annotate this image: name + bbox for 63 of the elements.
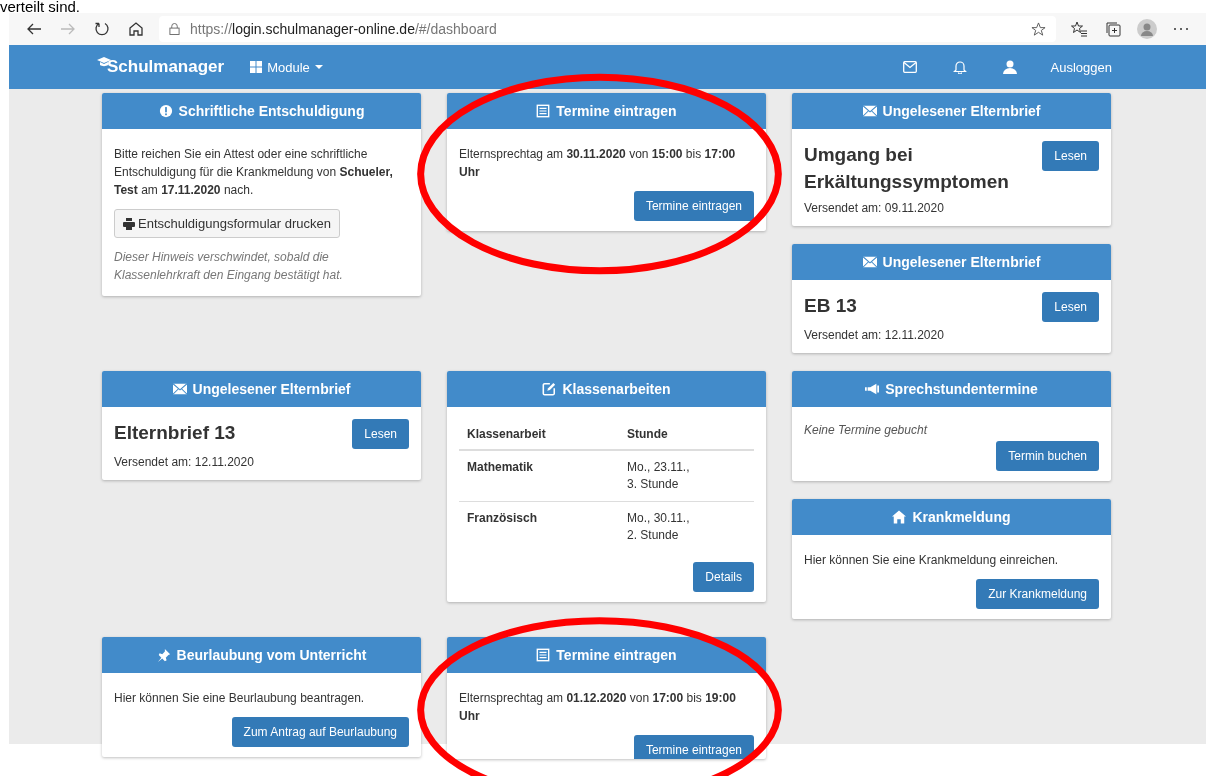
card-title: Krankmeldung [912, 509, 1011, 525]
sent-date: Versendet am: 09.11.2020 [804, 201, 944, 215]
star-icon[interactable] [1031, 21, 1046, 37]
list-icon [536, 648, 551, 662]
module-menu[interactable]: Module [250, 59, 323, 75]
exclamation-icon [158, 104, 173, 118]
letter-title: EB 13 [804, 294, 857, 318]
pin-icon [156, 648, 171, 662]
brand-logo[interactable]: Schulmanager [97, 57, 225, 77]
card-title: Termine eintragen [556, 647, 677, 663]
card-title: Sprechstundentermine [885, 381, 1038, 397]
card-title: Termine eintragen [556, 103, 677, 119]
card-title: Klassenarbeiten [562, 381, 671, 397]
logout-link[interactable]: Ausloggen [1050, 59, 1112, 75]
read-button[interactable]: Lesen [1042, 141, 1099, 171]
excuse-message: Bitte reichen Sie ein Attest oder eine schriftliche Entschuldigung für die Krankmeldung von Schueler, Test am 17.11.2020 nach. [114, 146, 394, 199]
card-title: Schriftliche Entschuldigung [178, 103, 365, 119]
action-button[interactable]: Termin buchen [996, 441, 1099, 471]
printer-icon [123, 217, 135, 230]
hint-text: Dieser Hinweis verschwindet, sobald die Klassenlehrkraft den Eingang bestätigt hat. [114, 249, 344, 284]
list-icon [536, 104, 551, 118]
envelope-icon [172, 382, 187, 396]
card-title: Ungelesener Elternbrief [882, 254, 1041, 270]
table-cell: Französisch [467, 511, 538, 525]
caret-icon [314, 65, 323, 69]
action-button[interactable]: Zum Antrag auf Beurlaubung [231, 717, 409, 747]
caption-text: verteilt sind. [0, 0, 81, 13]
action-button[interactable]: Zur Krankmeldung [976, 579, 1099, 609]
card-title: Ungelesener Elternbrief [192, 381, 351, 397]
url-text: https://login.schulmanager-online.de/#/dashboard [190, 21, 497, 37]
envelope-icon [862, 104, 877, 118]
letter-title: Umgang bei Erkältungssymptomen [804, 143, 1010, 194]
edit-icon [542, 382, 557, 396]
action-button[interactable]: Termine eintragen [633, 735, 754, 759]
sent-date: Versendet am: 12.11.2020 [114, 455, 254, 469]
details-button[interactable]: Details [693, 562, 754, 592]
address-bar[interactable]: https://login.schulmanager-online.de/#/dashboard [159, 16, 1056, 42]
column-header: Klassenarbeit [459, 419, 619, 450]
table-cell-text: Mo., 30.11., 2. Stunde [627, 510, 691, 544]
column-header: Stunde [619, 419, 754, 450]
card-text: Hier können Sie eine Krankmeldung einreichen. [804, 552, 1060, 569]
sent-date: Versendet am: 12.11.2020 [804, 328, 944, 342]
letter-title: Elternbrief 13 [114, 421, 236, 445]
card-title: Ungelesener Elternbrief [882, 103, 1041, 119]
print-form-button[interactable]: Entschuldigungsformular drucken [114, 209, 340, 238]
lock-icon [169, 22, 180, 36]
envelope-icon [862, 255, 877, 269]
read-button[interactable]: Lesen [1042, 292, 1099, 322]
action-button[interactable]: Termine eintragen [633, 191, 754, 221]
table-cell: Mathematik [467, 460, 534, 474]
card-text: Hier können Sie eine Beurlaubung beantragen. [114, 690, 366, 707]
card-title: Beurlaubung vom Unterricht [176, 647, 367, 663]
user-icon[interactable] [1002, 60, 1017, 74]
card-text: Elternsprechtag am 01.12.2020 von 17:00 bis 19:00 Uhr [459, 690, 737, 725]
grid-icon [250, 61, 263, 73]
card-text: Elternsprechtag am 30.11.2020 von 15:00 bis 17:00 Uhr [459, 146, 737, 181]
table-cell-text: Mo., 23.11., 3. Stunde [627, 459, 691, 493]
empty-note: Keine Termine gebucht [804, 422, 929, 439]
home-icon [892, 510, 907, 524]
read-button[interactable]: Lesen [352, 419, 409, 449]
megaphone-icon [865, 382, 880, 396]
bell-icon[interactable] [952, 60, 967, 74]
mail-icon[interactable] [902, 60, 917, 74]
